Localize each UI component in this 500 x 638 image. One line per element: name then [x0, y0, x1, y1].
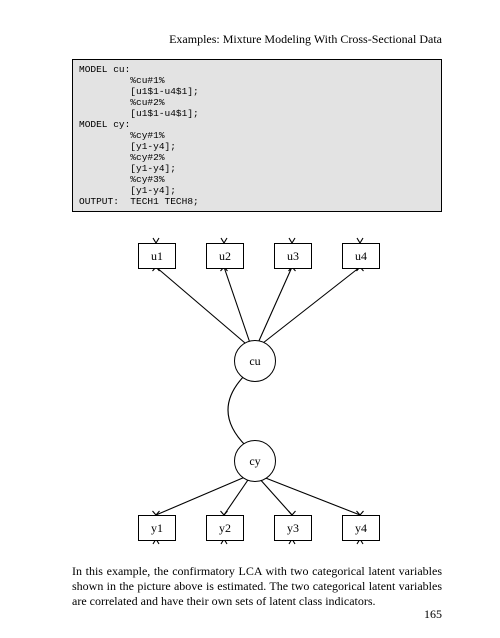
node-label: y4	[355, 521, 367, 536]
node-cu: cu	[234, 340, 276, 382]
code-block: MODEL cu: %cu#1% [u1$1-u4$1]; %cu#2% [u1…	[72, 59, 442, 212]
node-label: u3	[287, 249, 299, 264]
node-label: cu	[249, 354, 260, 369]
page-header: Examples: Mixture Modeling With Cross-Se…	[72, 32, 442, 47]
node-y1: y1	[138, 515, 176, 541]
node-y3: y3	[274, 515, 312, 541]
node-u2: u2	[206, 243, 244, 269]
node-label: u1	[151, 249, 163, 264]
node-u4: u4	[342, 243, 380, 269]
node-u3: u3	[274, 243, 312, 269]
node-label: y2	[219, 521, 231, 536]
node-label: y3	[287, 521, 299, 536]
node-label: u2	[219, 249, 231, 264]
model-diagram: u1 u2 u3 u4 cu cy y1 y2 y3 y4	[112, 230, 402, 552]
page-number: 165	[424, 607, 442, 622]
node-cy: cy	[234, 440, 276, 482]
node-label: cy	[249, 454, 260, 469]
node-label: y1	[151, 521, 163, 536]
node-y2: y2	[206, 515, 244, 541]
node-u1: u1	[138, 243, 176, 269]
node-label: u4	[355, 249, 367, 264]
body-paragraph: In this example, the confirmatory LCA wi…	[72, 564, 442, 609]
node-y4: y4	[342, 515, 380, 541]
